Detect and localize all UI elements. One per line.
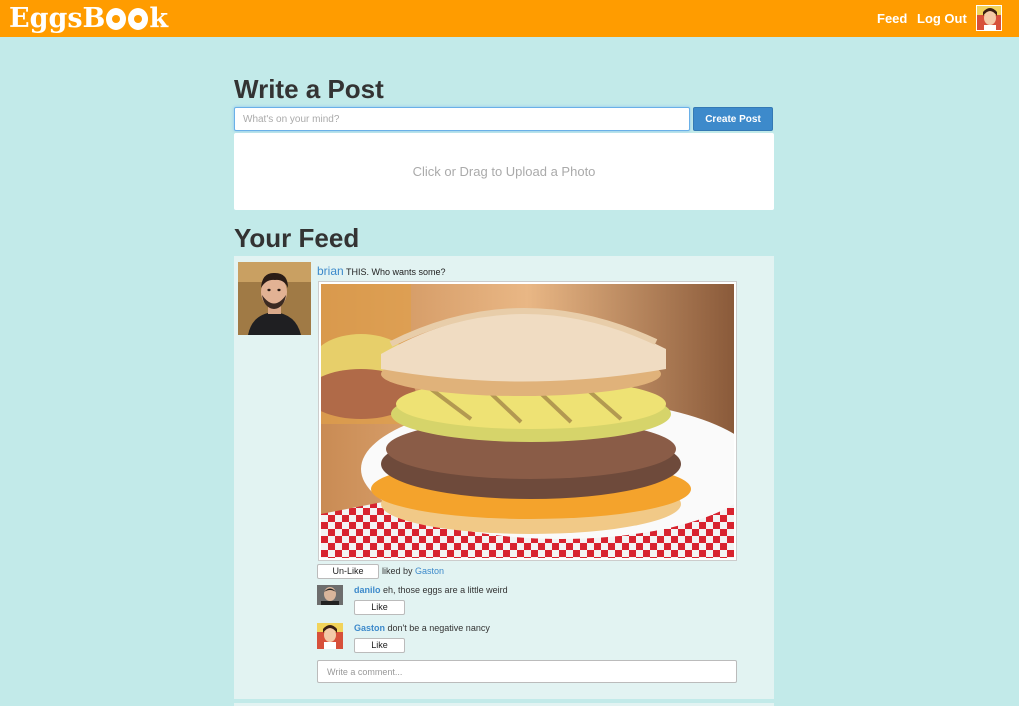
write-post-heading: Write a Post	[234, 74, 384, 104]
liked-by-user-link[interactable]: Gaston	[415, 566, 444, 576]
comment-like-button[interactable]: Like	[354, 600, 405, 615]
egg-icon	[106, 8, 127, 30]
top-bar: EggsB k Feed Log Out	[0, 0, 1019, 37]
feed-heading: Your Feed	[234, 223, 360, 253]
nav-logout-link[interactable]: Log Out	[917, 11, 967, 26]
comment-author-link[interactable]: Gaston	[354, 623, 385, 633]
liked-by: liked by Gaston	[382, 566, 444, 576]
egg-icon	[128, 8, 149, 30]
post-text: THIS. Who wants some?	[346, 267, 446, 277]
eggsbook-logo[interactable]: EggsB k	[9, 2, 168, 34]
nav-feed-link[interactable]: Feed	[877, 11, 907, 26]
comment-avatar[interactable]	[317, 585, 343, 605]
post-text-input[interactable]	[234, 107, 690, 131]
comment-input[interactable]	[317, 660, 737, 683]
photo-upload-dropzone[interactable]: Click or Drag to Upload a Photo	[234, 133, 774, 210]
comment-text: don't be a negative nancy	[387, 623, 490, 633]
logo-text-start: EggsB	[9, 2, 106, 34]
comment-text: eh, those eggs are a little weird	[383, 585, 508, 595]
comment-avatar[interactable]	[317, 623, 343, 649]
create-post-button[interactable]: Create Post	[693, 107, 773, 131]
post-photo[interactable]	[318, 281, 737, 561]
liked-by-label: liked by	[382, 566, 413, 576]
comment: danilo eh, those eggs are a little weird	[354, 585, 508, 595]
logo-text-end: k	[149, 2, 169, 34]
post-author-link[interactable]: brian	[317, 264, 344, 278]
comment-like-button[interactable]: Like	[354, 638, 405, 653]
comment-author-link[interactable]: danilo	[354, 585, 381, 595]
unlike-button[interactable]: Un-Like	[317, 564, 379, 579]
upload-hint: Click or Drag to Upload a Photo	[412, 164, 596, 179]
user-avatar[interactable]	[976, 5, 1002, 31]
comment: Gaston don't be a negative nancy	[354, 623, 490, 633]
post-header: brian THIS. Who wants some?	[317, 264, 446, 278]
author-avatar[interactable]	[238, 262, 311, 335]
